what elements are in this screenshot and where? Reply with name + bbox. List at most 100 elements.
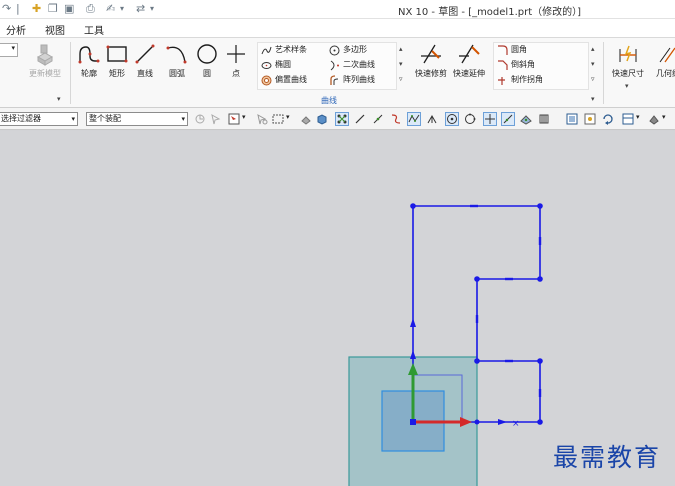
snap-center-icon[interactable]: [445, 112, 459, 126]
corner-expand-icon[interactable]: ▿: [591, 75, 595, 83]
fillet-button[interactable]: 圆角: [497, 43, 527, 57]
snap-point-on-surface-icon[interactable]: [520, 113, 532, 125]
make-corner-icon: [498, 76, 505, 85]
snap-line-icon[interactable]: [354, 113, 366, 125]
csys-origin[interactable]: [410, 419, 416, 425]
rectangle-button[interactable]: 矩形: [104, 42, 130, 86]
quick-dimension-dropdown-icon[interactable]: ▾: [625, 82, 629, 90]
arc-button[interactable]: 圆弧: [164, 42, 190, 86]
graphics-window[interactable]: ×: [0, 131, 675, 486]
chevron-down-icon[interactable]: ▾: [242, 113, 246, 121]
snap-point-on-curve-icon[interactable]: [501, 112, 515, 126]
select-body-icon[interactable]: [300, 113, 312, 125]
quick-trim-button[interactable]: 快速修剪: [413, 42, 449, 86]
conic-icon: [330, 60, 339, 70]
touch-mode-icon[interactable]: ✍: [106, 2, 115, 16]
circle-button[interactable]: 圆: [194, 42, 220, 86]
separator: [70, 42, 71, 104]
separator: |: [16, 2, 20, 15]
corner-up-icon[interactable]: ▴: [591, 45, 595, 53]
customize-icon[interactable]: ▾: [150, 2, 154, 16]
line-button[interactable]: 直线: [132, 42, 158, 86]
snap-endpoint-icon[interactable]: [335, 112, 349, 126]
pattern-curve-button[interactable]: 阵列曲线: [329, 73, 375, 87]
snap-spline-icon[interactable]: [407, 112, 421, 126]
menu-analysis[interactable]: 分析: [6, 22, 26, 37]
select-all-icon[interactable]: [256, 113, 268, 125]
profile-button[interactable]: 轮廓: [76, 42, 102, 86]
snap-intersection-icon[interactable]: [426, 113, 438, 125]
gallery-expand-icon[interactable]: ▿: [399, 75, 403, 83]
profile-icon: [78, 46, 100, 64]
gallery-down-icon[interactable]: ▾: [399, 60, 403, 68]
update-model-button[interactable]: 更新模型: [24, 42, 66, 86]
filter-reset-icon[interactable]: [194, 113, 206, 125]
selection-scope-combo[interactable]: 整个装配 ▾: [86, 112, 188, 126]
paste-icon[interactable]: ▣: [64, 2, 74, 16]
new-icon[interactable]: ✚: [32, 2, 41, 16]
sketch-viewport[interactable]: ×: [0, 131, 675, 486]
separator: [603, 42, 604, 104]
view-rotate-icon[interactable]: [602, 113, 614, 125]
constraint-x-mark: ×: [512, 419, 520, 429]
copy-icon[interactable]: ❐: [48, 2, 58, 16]
geometric-constraint-button[interactable]: 几何约: [648, 42, 675, 86]
quick-extend-button[interactable]: 快速延伸: [451, 42, 487, 86]
polygon-icon: [329, 45, 340, 55]
view-zoom-icon[interactable]: [584, 113, 596, 125]
pattern-curve-icon: [330, 74, 339, 85]
window-title: NX 10 - 草图 - [_model1.prt（修改的）]: [398, 7, 582, 18]
chamfer-icon: [498, 59, 508, 70]
studio-spline-button[interactable]: 艺术样条: [261, 43, 307, 57]
ellipse-icon: [261, 61, 272, 69]
menu-view[interactable]: 视图: [45, 22, 65, 37]
polygon-button[interactable]: 多边形: [329, 43, 367, 57]
offset-curve-icon: [261, 75, 272, 85]
point-icon: [227, 45, 245, 63]
quick-extend-icon: [459, 44, 480, 64]
print-icon[interactable]: ⎙: [86, 2, 95, 16]
view-orient-icon[interactable]: [622, 113, 634, 125]
offset-curve-button[interactable]: 偏置曲线: [261, 73, 307, 87]
chevron-down-icon[interactable]: ▾: [120, 2, 124, 16]
title-bar: ↷ | ✚ ❐ ▣ ⎙ ✍ ▾ ⇄ ▾ NX 10 - 草图 - [_model…: [0, 0, 675, 19]
snap-bounded-grid-icon[interactable]: [538, 113, 550, 125]
type-filter-combo[interactable]: 选择过滤器 ▾: [0, 112, 78, 126]
menu-bar: 分析 视图 工具: [0, 19, 675, 38]
chevron-down-icon[interactable]: ▾: [662, 113, 666, 121]
snap-midpoint-icon[interactable]: [372, 113, 384, 125]
conic-button[interactable]: 二次曲线: [329, 58, 375, 72]
chevron-down-icon[interactable]: ▾: [286, 113, 290, 121]
ellipse-button[interactable]: 椭圆: [261, 58, 291, 72]
feature-group-more-icon[interactable]: ▾: [57, 95, 61, 103]
watermark-logo: 最需教育: [553, 443, 662, 472]
make-corner-button[interactable]: 制作拐角: [497, 73, 543, 87]
rendering-style-icon[interactable]: [648, 113, 660, 125]
chamfer-button[interactable]: 倒斜角: [497, 58, 535, 72]
select-solid-icon[interactable]: [316, 113, 328, 125]
curve-group-more-icon[interactable]: ▾: [591, 95, 595, 103]
snap-curve-icon[interactable]: [390, 113, 402, 125]
select-general-icon[interactable]: [210, 113, 222, 125]
update-model-icon: [36, 44, 54, 66]
quick-trim-icon: [421, 44, 441, 64]
gallery-up-icon[interactable]: ▴: [399, 45, 403, 53]
menu-tools[interactable]: 工具: [84, 22, 104, 37]
select-feature-icon[interactable]: [228, 113, 240, 125]
rectangle-select-icon[interactable]: [272, 113, 284, 125]
circle-icon: [197, 44, 217, 64]
constraint-marks: [470, 204, 542, 397]
corner-down-icon[interactable]: ▾: [591, 60, 595, 68]
redo-icon[interactable]: ↷: [2, 2, 11, 16]
sketch-name-combo[interactable]: ▾: [0, 43, 18, 57]
point-button[interactable]: 点: [223, 42, 249, 86]
chevron-down-icon[interactable]: ▾: [636, 113, 640, 121]
window-icon[interactable]: ⇄: [136, 2, 145, 16]
snap-quadrant-icon[interactable]: [464, 113, 476, 125]
geometric-constraint-icon: [659, 47, 675, 63]
quick-dimension-button[interactable]: 快速尺寸: [609, 42, 647, 86]
ribbon: ▾ 更新模型 ▾ 轮廓 矩形 直线 圆弧 圆 点 艺术样条 椭圆 偏置曲线 多边…: [0, 38, 675, 108]
quick-dimension-icon: [619, 45, 637, 62]
view-fit-icon[interactable]: [566, 113, 578, 125]
snap-existing-point-icon[interactable]: [483, 112, 497, 126]
